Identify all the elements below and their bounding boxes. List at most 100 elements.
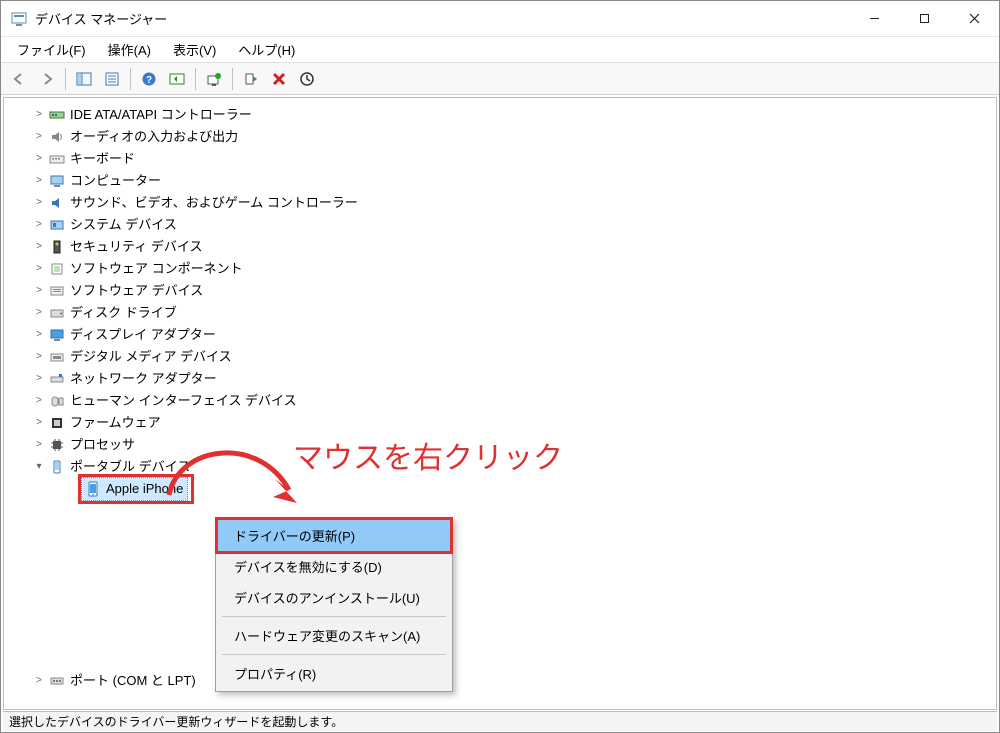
- tree-item[interactable]: Apple iPhone: [62, 478, 996, 500]
- update-driver-toolbar-button[interactable]: [202, 67, 226, 91]
- tree-item-label: コンピューター: [70, 170, 161, 192]
- tree-item[interactable]: ˃ サウンド、ビデオ、およびゲーム コントローラー: [32, 192, 996, 214]
- uninstall-device-toolbar-button[interactable]: [267, 67, 291, 91]
- tree-item[interactable]: ˃ コンピューター: [32, 170, 996, 192]
- menu-help[interactable]: ヘルプ(H): [230, 38, 303, 61]
- context-menu-separator: [222, 616, 446, 617]
- selected-highlight: Apple iPhone: [78, 474, 194, 504]
- chevron-icon[interactable]: ˃: [32, 236, 46, 258]
- tree-item-label: ディスプレイ アダプター: [70, 324, 216, 346]
- chevron-icon[interactable]: ˃: [32, 126, 46, 148]
- tree-item[interactable]: ˃ ヒューマン インターフェイス デバイス: [32, 390, 996, 412]
- chevron-icon[interactable]: ˃: [32, 302, 46, 324]
- keyboard-icon: [48, 151, 66, 167]
- menu-action[interactable]: 操作(A): [100, 38, 159, 61]
- tree-item[interactable]: ˃ オーディオの入力および出力: [32, 126, 996, 148]
- software-device-icon: [48, 283, 66, 299]
- svg-text:?: ?: [146, 75, 152, 86]
- ide-controller-icon: [48, 107, 66, 123]
- tree-item-label: サウンド、ビデオ、およびゲーム コントローラー: [70, 192, 358, 214]
- tree-item[interactable]: ˃ ディスク ドライブ: [32, 302, 996, 324]
- tree-item-label: ヒューマン インターフェイス デバイス: [70, 390, 297, 412]
- chevron-icon[interactable]: ˃: [32, 434, 46, 456]
- menu-file[interactable]: ファイル(F): [9, 38, 94, 61]
- tree-item-label: ポート (COM と LPT): [70, 670, 196, 692]
- maximize-button[interactable]: [899, 1, 949, 36]
- chevron-icon[interactable]: ˃: [32, 368, 46, 390]
- tree-item-label: オーディオの入力および出力: [70, 126, 238, 148]
- status-text: 選択したデバイスのドライバー更新ウィザードを起動します。: [9, 713, 343, 730]
- tree-item[interactable]: ˃ソフトウェア コンポーネント: [32, 258, 996, 280]
- tree-item-label: ネットワーク アダプター: [70, 368, 217, 390]
- firmware-icon: [48, 415, 66, 431]
- tree-item[interactable]: ˃ ポート (COM と LPT): [32, 670, 996, 692]
- device-tree[interactable]: ˃ IDE ATA/ATAPI コントローラー ˃ オーディオの入力および出力 ˃ キーボ…: [4, 98, 996, 709]
- tree-item[interactable]: ˃ ソフトウェア デバイス: [32, 280, 996, 302]
- toolbar-separator: [195, 68, 196, 90]
- context-menu-item[interactable]: ハードウェア変更のスキャン(A): [218, 620, 450, 651]
- chevron-icon[interactable]: ˃: [32, 104, 46, 126]
- tree-item[interactable]: ˃ IDE ATA/ATAPI コントローラー: [32, 104, 996, 126]
- show-hide-console-tree-button[interactable]: [72, 67, 96, 91]
- chevron-icon[interactable]: ˃: [32, 214, 46, 236]
- context-menu-item[interactable]: ドライバーの更新(P): [218, 520, 450, 551]
- status-bar: 選択したデバイスのドライバー更新ウィザードを起動します。: [3, 711, 997, 731]
- context-menu-separator: [222, 654, 446, 655]
- tree-item-label: セキュリティ デバイス: [70, 236, 202, 258]
- close-button[interactable]: [949, 1, 999, 36]
- tree-item[interactable]: ˃デジタル メディア デバイス: [32, 346, 996, 368]
- chevron-icon[interactable]: ˃: [32, 346, 46, 368]
- tree-item-label: プロセッサ: [70, 434, 135, 456]
- menu-bar: ファイル(F) 操作(A) 表示(V) ヘルプ(H): [1, 37, 999, 63]
- tree-item-label: IDE ATA/ATAPI コントローラー: [70, 104, 252, 126]
- tree-item-label: ファームウェア: [70, 412, 161, 434]
- context-menu-item[interactable]: デバイスのアンインストール(U): [218, 582, 450, 613]
- tree-item-label: ソフトウェア デバイス: [70, 280, 203, 302]
- disk-drive-icon: [48, 305, 66, 321]
- software-component-icon: [48, 261, 66, 277]
- tree-item-label: キーボード: [70, 148, 135, 170]
- scan-hardware-toolbar-button[interactable]: [295, 67, 319, 91]
- minimize-button[interactable]: [849, 1, 899, 36]
- toolbar-separator: [130, 68, 131, 90]
- tree-item[interactable]: ˃ ファームウェア: [32, 412, 996, 434]
- help-toolbar-button[interactable]: ?: [137, 67, 161, 91]
- chevron-icon[interactable]: ▾: [32, 456, 46, 478]
- chevron-icon[interactable]: ˃: [32, 390, 46, 412]
- tree-item[interactable]: ˃ ディスプレイ アダプター: [32, 324, 996, 346]
- security-device-icon: [48, 239, 66, 255]
- app-icon: [11, 11, 27, 27]
- chevron-icon[interactable]: ˃: [32, 670, 46, 692]
- enable-device-toolbar-button[interactable]: [239, 67, 263, 91]
- port-icon: [48, 673, 66, 689]
- chevron-icon[interactable]: ˃: [32, 170, 46, 192]
- tree-item-label: ディスク ドライブ: [70, 302, 177, 324]
- context-menu: ドライバーの更新(P)デバイスを無効にする(D)デバイスのアンインストール(U)…: [215, 517, 453, 692]
- forward-button[interactable]: [35, 67, 59, 91]
- tree-item[interactable]: ˃ セキュリティ デバイス: [32, 236, 996, 258]
- chevron-icon[interactable]: ˃: [32, 148, 46, 170]
- back-button[interactable]: [7, 67, 31, 91]
- chevron-icon[interactable]: ˃: [32, 280, 46, 302]
- tree-item-label: システム デバイス: [70, 214, 177, 236]
- toolbar-separator: [232, 68, 233, 90]
- context-menu-item[interactable]: プロパティ(R): [218, 658, 450, 689]
- tree-item[interactable]: ˃ システム デバイス: [32, 214, 996, 236]
- window-title: デバイス マネージャー: [35, 9, 167, 28]
- menu-view[interactable]: 表示(V): [165, 38, 224, 61]
- action-toolbar-button[interactable]: [165, 67, 189, 91]
- tree-item[interactable]: ˃ キーボード: [32, 148, 996, 170]
- title-bar: デバイス マネージャー: [1, 1, 999, 37]
- tree-item-label: Apple iPhone: [106, 478, 183, 500]
- properties-toolbar-button[interactable]: [100, 67, 124, 91]
- window-controls: [849, 1, 999, 36]
- tree-item[interactable]: ˃ ネットワーク アダプター: [32, 368, 996, 390]
- context-menu-item[interactable]: デバイスを無効にする(D): [218, 551, 450, 582]
- phone-icon: [84, 481, 102, 497]
- annotation-text: マウスを右クリック: [293, 433, 563, 477]
- chevron-icon[interactable]: ˃: [32, 258, 46, 280]
- chevron-icon[interactable]: ˃: [32, 324, 46, 346]
- chevron-icon[interactable]: ˃: [32, 192, 46, 214]
- chevron-icon[interactable]: ˃: [32, 412, 46, 434]
- toolbar-separator: [65, 68, 66, 90]
